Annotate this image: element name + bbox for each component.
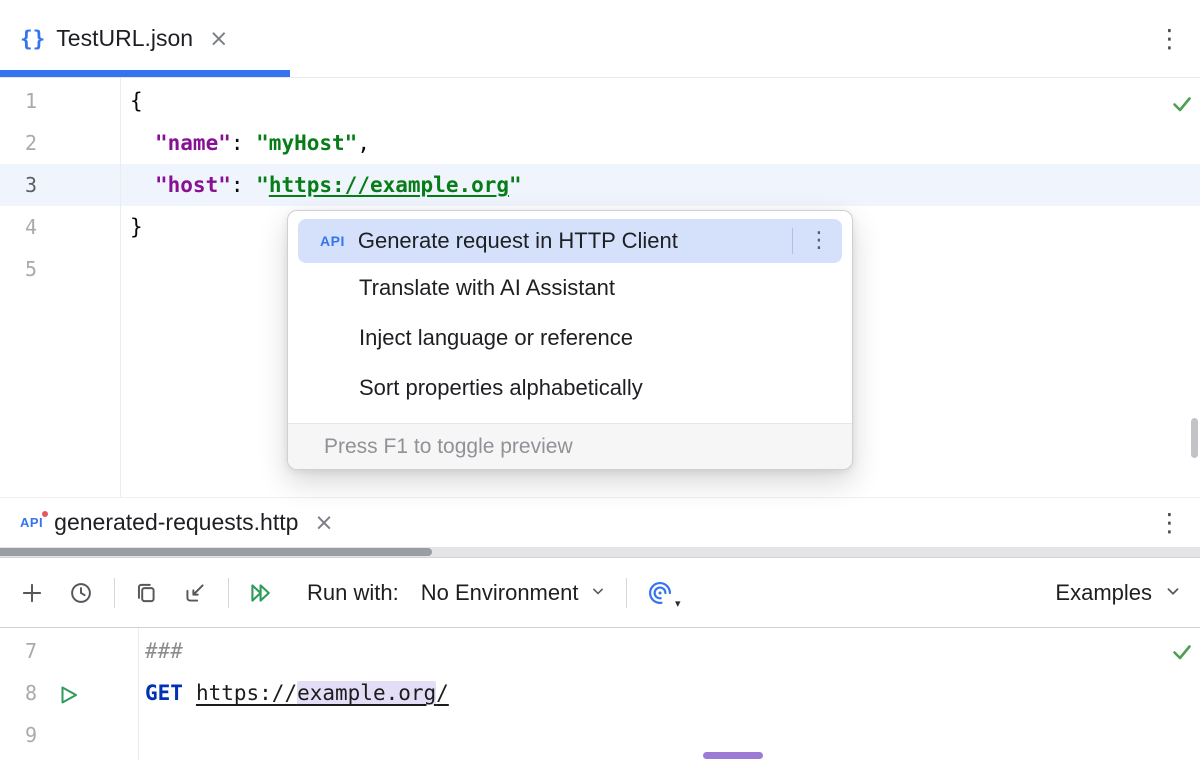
add-request-button[interactable] [14,575,50,611]
popup-item-more-icon[interactable]: ⋮ [808,230,830,252]
token-quote: " [256,173,269,197]
url-scheme: https:// [196,681,297,705]
token-url-link[interactable]: https://example.org [269,173,509,197]
run-all-icon [246,579,274,607]
open-in-editor-button[interactable] [177,575,213,611]
examples-label: Examples [1055,580,1152,606]
close-tab-icon[interactable]: × [314,510,333,536]
environment-value: No Environment [421,580,579,606]
token-comma: , [357,131,370,155]
divider [626,578,627,608]
horizontal-scrollbar-thumb[interactable] [703,752,763,759]
line-number: 4 [0,206,120,248]
json-file-icon: {} [20,27,45,51]
popup-item-generate-request[interactable]: API Generate request in HTTP Client ⋮ [298,219,842,263]
dropdown-caret-icon: ▾ [675,597,681,610]
popup-footer-hint: Press F1 to toggle preview [288,423,852,469]
line-number: 1 [0,80,120,122]
url-host-highlight: example.org [297,681,436,705]
divider [114,578,115,608]
line-number: 7 [0,630,138,672]
examples-selector[interactable]: Examples [1055,577,1184,608]
editor-tab-bar-top: {} TestURL.json × ⋮ [0,0,1200,78]
close-tab-icon[interactable]: × [209,26,228,52]
popup-body: API Generate request in HTTP Client ⋮ Tr… [288,211,852,423]
token-comment: ### [145,639,183,663]
chevron-down-icon [588,581,608,607]
code-line-2[interactable]: 2 "name": "myHost", [0,122,1200,164]
code-line-9[interactable]: 9 [0,714,1200,756]
horizontal-scrollbar[interactable] [0,547,1200,557]
chevron-down-icon [1162,580,1184,608]
http-file-icon: API [20,515,43,530]
services-swirl-icon [646,579,674,607]
token-brace: } [130,215,143,239]
plus-icon [19,580,45,606]
token-brace: { [130,89,143,113]
popup-item-translate-ai[interactable]: Translate with AI Assistant [288,263,852,313]
token-key: "host" [155,173,231,197]
tab-testurl-json[interactable]: {} TestURL.json × [0,0,242,77]
environment-selector[interactable]: No Environment [421,578,609,607]
popup-item-sort-properties[interactable]: Sort properties alphabetically [288,363,852,413]
inspections-ok-icon[interactable] [1170,92,1194,121]
line-number-text: 8 [25,681,37,705]
vertical-scrollbar-thumb[interactable] [1191,418,1198,458]
url-path: / [436,681,449,705]
copy-icon [133,580,159,606]
run-with-label: Run with: [307,580,399,606]
ide-window: {} TestURL.json × ⋮ 1 { 2 "name": "myHos… [0,0,1200,760]
line-number: 8 [0,672,138,714]
line-number: 5 [0,248,120,290]
line-number: 2 [0,122,120,164]
import-arrow-icon [182,580,208,606]
http-client-toolbar: Run with: No Environment ▾ Examples [0,557,1200,628]
tab-label-testurl: TestURL.json [56,25,193,52]
token-separator: : [231,173,256,197]
intention-actions-popup: API Generate request in HTTP Client ⋮ Tr… [287,210,853,470]
more-options-icon[interactable]: ⋮ [1157,510,1182,535]
code-line-7[interactable]: 7 ### [0,630,1200,672]
horizontal-scrollbar-thumb[interactable] [0,548,432,556]
run-all-button[interactable] [242,575,278,611]
token-string: "myHost" [256,131,357,155]
popup-item-label: Generate request in HTTP Client [358,228,678,254]
editor-tab-bar-bottom: API generated-requests.http × ⋮ [0,497,1200,547]
tab-label-generated-requests: generated-requests.http [54,509,298,536]
divider [792,228,793,254]
clock-icon [68,580,94,606]
code-line-3[interactable]: 3 "host": "https://example.org" [0,164,1200,206]
divider [228,578,229,608]
history-button[interactable] [63,575,99,611]
token-quote: " [509,173,522,197]
tab-generated-requests-http[interactable]: API generated-requests.http × [0,498,348,547]
json-editor[interactable]: 1 { 2 "name": "myHost", 3 "host": "https… [0,78,1200,497]
services-button[interactable]: ▾ [642,575,678,611]
token-separator: : [231,131,256,155]
popup-item-inject-language[interactable]: Inject language or reference [288,313,852,363]
token-key: "name" [155,131,231,155]
code-line-1[interactable]: 1 { [0,80,1200,122]
active-tab-indicator [0,70,290,77]
api-icon: API [320,233,345,249]
inspections-ok-icon[interactable] [1170,640,1194,669]
copy-button[interactable] [128,575,164,611]
token-http-method: GET [145,681,183,705]
line-number: 9 [0,714,138,756]
code-line-8[interactable]: 8 GET https://example.org/ [0,672,1200,714]
line-number: 3 [0,164,120,206]
request-url[interactable]: https://example.org/ [196,681,449,705]
http-editor[interactable]: 7 ### 8 GET https://example.org/ 9 [0,628,1200,760]
more-options-icon[interactable]: ⋮ [1157,26,1182,51]
